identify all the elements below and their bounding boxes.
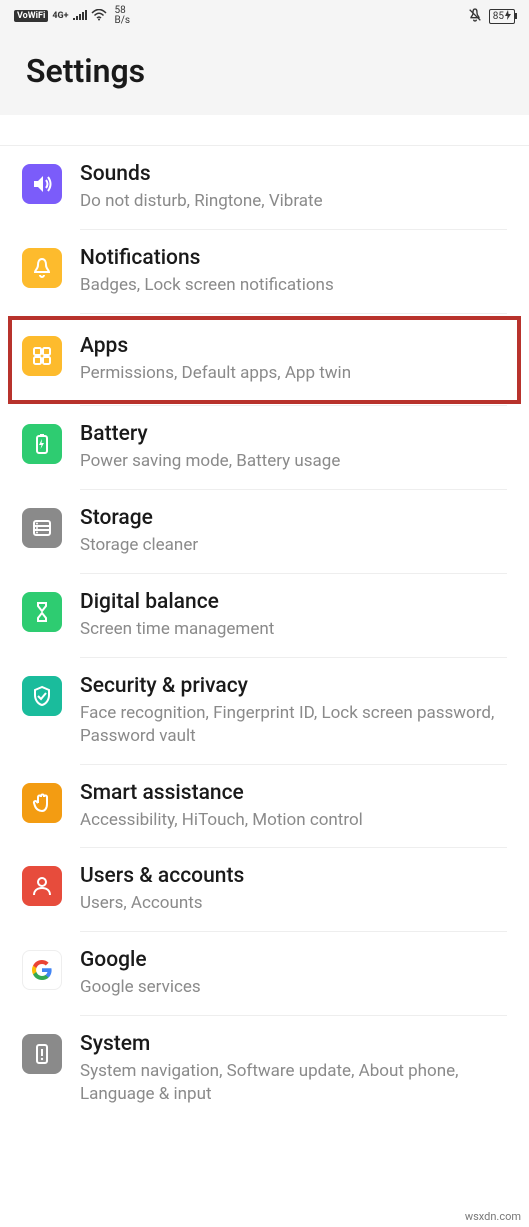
item-subtitle: Permissions, Default apps, App twin <box>80 362 507 385</box>
item-title: Storage <box>80 506 507 530</box>
item-subtitle: Users, Accounts <box>80 892 507 915</box>
settings-item-smart-assistance[interactable]: Smart assistance Accessibility, HiTouch,… <box>0 765 529 849</box>
vowifi-badge: VoWiFi <box>14 10 48 22</box>
signal-gen: 4G+ <box>52 11 68 21</box>
page-title: Settings <box>26 52 503 90</box>
settings-item-sounds[interactable]: Sounds Do not disturb, Ringtone, Vibrate <box>0 146 529 230</box>
settings-item-apps[interactable]: Apps Permissions, Default apps, App twin <box>0 314 529 406</box>
sound-icon <box>22 164 62 204</box>
item-subtitle: Accessibility, HiTouch, Motion control <box>80 809 507 832</box>
status-bar: VoWiFi 4G+ 58 B/s 85 <box>0 0 529 30</box>
item-subtitle: Badges, Lock screen notifications <box>80 274 507 297</box>
battery-indicator: 85 <box>489 9 515 24</box>
item-title: Digital balance <box>80 590 507 614</box>
item-title: Apps <box>80 334 507 358</box>
item-subtitle: Face recognition, Fingerprint ID, Lock s… <box>80 702 507 748</box>
signal-bars-icon <box>73 10 87 23</box>
item-title: Smart assistance <box>80 781 507 805</box>
settings-item-system[interactable]: System System navigation, Software updat… <box>0 1016 529 1122</box>
settings-item-google[interactable]: Google Google services <box>0 932 529 1016</box>
item-title: Users & accounts <box>80 864 507 888</box>
status-left: VoWiFi 4G+ 58 B/s <box>14 6 130 26</box>
item-title: Sounds <box>80 162 507 186</box>
google-icon <box>22 950 62 990</box>
item-subtitle: Google services <box>80 976 507 999</box>
item-subtitle: Screen time management <box>80 618 507 641</box>
settings-item-security[interactable]: Security & privacy Face recognition, Fin… <box>0 658 529 765</box>
item-title: Notifications <box>80 246 507 270</box>
item-subtitle: System navigation, Software update, Abou… <box>80 1060 507 1106</box>
wifi-icon <box>91 9 107 24</box>
item-title: Google <box>80 948 507 972</box>
settings-item-notifications[interactable]: Notifications Badges, Lock screen notifi… <box>0 230 529 314</box>
settings-item-digital-balance[interactable]: Digital balance Screen time management <box>0 574 529 658</box>
bell-icon <box>22 248 62 288</box>
storage-icon <box>22 508 62 548</box>
battery-icon <box>22 424 62 464</box>
settings-item-battery[interactable]: Battery Power saving mode, Battery usage <box>0 406 529 490</box>
system-icon <box>22 1034 62 1074</box>
item-subtitle: Do not disturb, Ringtone, Vibrate <box>80 190 507 213</box>
charging-icon <box>505 10 511 23</box>
hourglass-icon <box>22 592 62 632</box>
item-title: System <box>80 1032 507 1056</box>
battery-percent: 85 <box>493 11 504 22</box>
partial-row-subtitle <box>0 115 529 146</box>
watermark: wsxdn.com <box>465 1210 521 1223</box>
user-icon <box>22 866 62 906</box>
net-speed-unit: B/s <box>115 16 131 26</box>
shield-icon <box>22 676 62 716</box>
apps-icon <box>22 336 62 376</box>
item-subtitle: Storage cleaner <box>80 534 507 557</box>
settings-list[interactable]: Sounds Do not disturb, Ringtone, Vibrate… <box>0 115 529 1142</box>
item-title: Battery <box>80 422 507 446</box>
status-right: 85 <box>467 7 515 26</box>
mute-icon <box>467 7 483 26</box>
item-title: Security & privacy <box>80 674 507 698</box>
settings-item-storage[interactable]: Storage Storage cleaner <box>0 490 529 574</box>
network-speed: 58 B/s <box>115 6 131 26</box>
settings-header: Settings <box>0 30 529 115</box>
item-subtitle: Power saving mode, Battery usage <box>80 450 507 473</box>
hand-icon <box>22 783 62 823</box>
settings-item-users-accounts[interactable]: Users & accounts Users, Accounts <box>0 848 529 932</box>
